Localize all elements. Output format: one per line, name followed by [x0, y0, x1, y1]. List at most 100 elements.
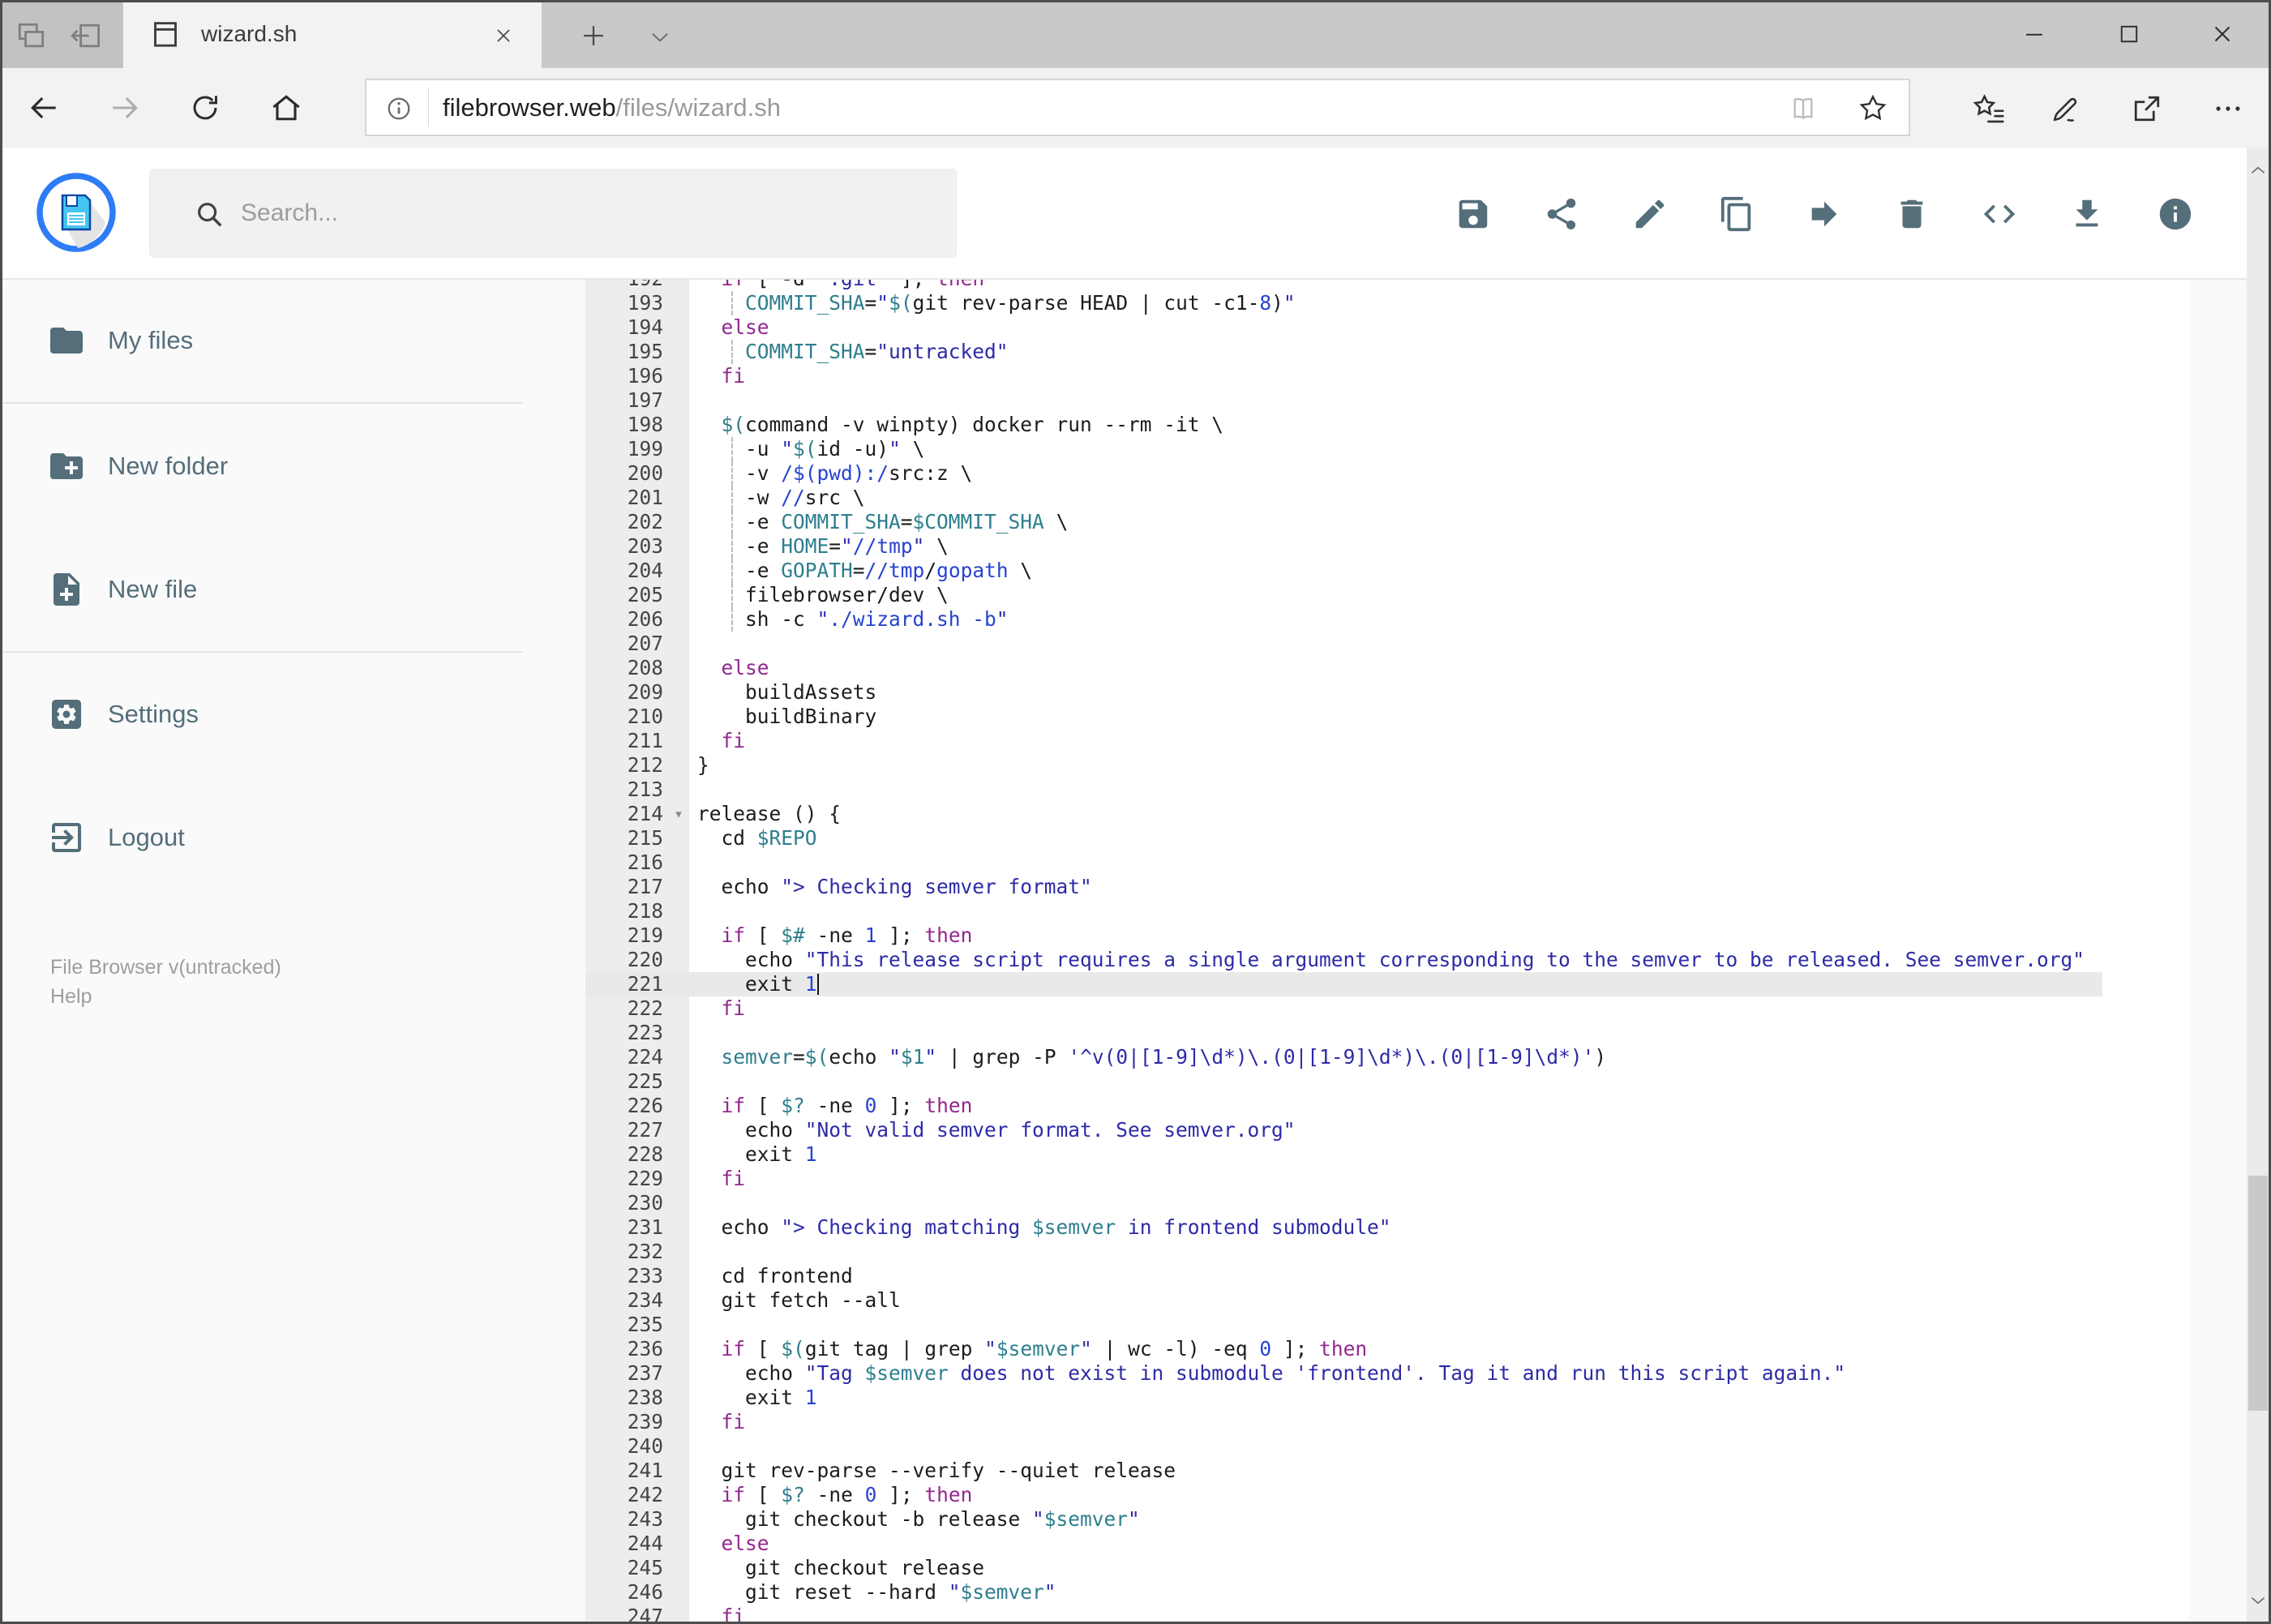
code-line-198[interactable]: 198 $(command -v winpty) docker run --rm…: [585, 413, 2247, 437]
code-line-240[interactable]: 240: [585, 1434, 2247, 1459]
scrollbar-thumb[interactable]: [2248, 1176, 2268, 1411]
code-line-225[interactable]: 225: [585, 1069, 2247, 1094]
code-line-233[interactable]: 233 cd frontend: [585, 1264, 2247, 1288]
share-page-icon[interactable]: [2126, 88, 2168, 130]
code-line-239[interactable]: 239 fi: [585, 1410, 2247, 1434]
reading-view-icon[interactable]: [1785, 91, 1821, 126]
sidebar-item-my-files[interactable]: My files: [0, 312, 585, 369]
code-line-195[interactable]: 195 COMMIT_SHA="untracked": [585, 340, 2247, 364]
code-line-194[interactable]: 194 else: [585, 315, 2247, 340]
code-line-235[interactable]: 235: [585, 1313, 2247, 1337]
code-line-232[interactable]: 232: [585, 1240, 2247, 1264]
code-line-243[interactable]: 243 git checkout -b release "$semver": [585, 1507, 2247, 1532]
code-line-241[interactable]: 241 git rev-parse --verify --quiet relea…: [585, 1459, 2247, 1483]
code-line-223[interactable]: 223: [585, 1021, 2247, 1045]
code-line-216[interactable]: 216: [585, 851, 2247, 875]
code-line-245[interactable]: 245 git checkout release: [585, 1556, 2247, 1580]
code-line-246[interactable]: 246 git reset --hard "$semver": [585, 1580, 2247, 1605]
code-line-226[interactable]: 226 if [ $? -ne 0 ]; then: [585, 1094, 2247, 1118]
new-tab-icon[interactable]: [574, 16, 613, 55]
code-line-236[interactable]: 236 if [ $(git tag | grep "$semver" | wc…: [585, 1337, 2247, 1361]
info-icon[interactable]: [2139, 148, 2212, 280]
code-line-244[interactable]: 244 else: [585, 1532, 2247, 1556]
code-line-219[interactable]: 219 if [ $# -ne 1 ]; then: [585, 923, 2247, 948]
code-line-227[interactable]: 227 echo "Not valid semver format. See s…: [585, 1118, 2247, 1142]
code-line-204[interactable]: 204 -e GOPATH=//tmp/gopath \: [585, 559, 2247, 583]
code-line-212[interactable]: 212}: [585, 753, 2247, 778]
help-link[interactable]: Help: [50, 982, 281, 1011]
code-line-202[interactable]: 202 -e COMMIT_SHA=$COMMIT_SHA \: [585, 510, 2247, 534]
tab-list-chevron-icon[interactable]: [641, 18, 679, 57]
web-note-icon[interactable]: [2045, 88, 2087, 130]
forward-icon[interactable]: [104, 87, 146, 129]
url-bar[interactable]: filebrowser.web/files/wizard.sh: [365, 79, 1910, 136]
home-icon[interactable]: [265, 87, 307, 129]
code-line-203[interactable]: 203 -e HOME="//tmp" \: [585, 534, 2247, 559]
code-editor[interactable]: 192 if [ -d ".git" ]; then193 COMMIT_SHA…: [585, 280, 2247, 1622]
url-text[interactable]: filebrowser.web/files/wizard.sh: [443, 80, 781, 135]
page-scrollbar[interactable]: [2247, 148, 2269, 1622]
code-line-213[interactable]: 213: [585, 778, 2247, 802]
code-line-210[interactable]: 210 buildBinary: [585, 705, 2247, 729]
floppy-logo-icon[interactable]: [36, 172, 117, 253]
more-icon[interactable]: [2207, 88, 2249, 130]
sidebar-item-new-file[interactable]: New file: [0, 561, 585, 618]
source-code-icon[interactable]: [1963, 148, 2036, 280]
code-line-207[interactable]: 207: [585, 632, 2247, 656]
save-icon[interactable]: [1437, 148, 1510, 280]
favorite-star-icon[interactable]: [1855, 90, 1891, 126]
code-line-205[interactable]: 205 filebrowser/dev \: [585, 583, 2247, 607]
rename-icon[interactable]: [1613, 148, 1686, 280]
code-line-247[interactable]: 247 fi: [585, 1605, 2247, 1622]
close-window-icon[interactable]: [2185, 0, 2260, 68]
sidebar-item-logout[interactable]: Logout: [0, 809, 585, 866]
refresh-icon[interactable]: [184, 87, 226, 129]
fold-marker-icon[interactable]: ▾: [668, 802, 689, 826]
tab-wizard-sh[interactable]: wizard.sh: [123, 0, 542, 68]
code-line-192[interactable]: 192 if [ -d ".git" ]; then: [585, 280, 2247, 291]
scroll-up-icon[interactable]: [2247, 154, 2269, 186]
code-line-224[interactable]: 224 semver=$(echo "$1" | grep -P '^v(0|[…: [585, 1045, 2247, 1069]
code-line-214[interactable]: 214 ▾ release () {: [585, 802, 2247, 826]
code-line-217[interactable]: 217 echo "> Checking semver format": [585, 875, 2247, 899]
move-icon[interactable]: [1788, 148, 1861, 280]
code-line-229[interactable]: 229 fi: [585, 1167, 2247, 1191]
code-line-201[interactable]: 201 -w //src \: [585, 486, 2247, 510]
code-line-206[interactable]: 206 sh -c "./wizard.sh -b": [585, 607, 2247, 632]
code-line-234[interactable]: 234 git fetch --all: [585, 1288, 2247, 1313]
copy-icon[interactable]: [1700, 148, 1773, 280]
share-icon[interactable]: [1525, 148, 1598, 280]
search-input[interactable]: [239, 169, 940, 257]
code-line-197[interactable]: 197: [585, 388, 2247, 413]
code-line-215[interactable]: 215 cd $REPO: [585, 826, 2247, 851]
code-line-231[interactable]: 231 echo "> Checking matching $semver in…: [585, 1215, 2247, 1240]
sidebar-item-settings[interactable]: Settings: [0, 686, 585, 743]
code-line-218[interactable]: 218: [585, 899, 2247, 923]
code-line-196[interactable]: 196 fi: [585, 364, 2247, 388]
code-line-209[interactable]: 209 buildAssets: [585, 680, 2247, 705]
code-line-193[interactable]: 193 COMMIT_SHA="$(git rev-parse HEAD | c…: [585, 291, 2247, 315]
delete-icon[interactable]: [1875, 148, 1948, 280]
code-line-211[interactable]: 211 fi: [585, 729, 2247, 753]
code-line-242[interactable]: 242 if [ $? -ne 0 ]; then: [585, 1483, 2247, 1507]
close-icon[interactable]: [490, 22, 517, 49]
code-line-208[interactable]: 208 else: [585, 656, 2247, 680]
info-circle-icon[interactable]: [383, 92, 415, 125]
code-line-199[interactable]: 199 -u "$(id -u)" \: [585, 437, 2247, 461]
minimize-icon[interactable]: [1997, 0, 2072, 68]
sidebar-item-new-folder[interactable]: New folder: [0, 438, 585, 495]
code-line-237[interactable]: 237 echo "Tag $semver does not exist in …: [585, 1361, 2247, 1386]
download-icon[interactable]: [2050, 148, 2123, 280]
tab-preview-icon[interactable]: [11, 16, 50, 55]
code-line-221[interactable]: 221 exit 1: [585, 972, 2247, 996]
code-line-220[interactable]: 220 echo "This release script requires a…: [585, 948, 2247, 972]
code-line-200[interactable]: 200 -v /$(pwd):/src:z \: [585, 461, 2247, 486]
favorites-hub-icon[interactable]: [1969, 88, 2011, 130]
back-icon[interactable]: [23, 87, 65, 129]
code-line-238[interactable]: 238 exit 1: [585, 1386, 2247, 1410]
maximize-icon[interactable]: [2092, 0, 2166, 68]
code-line-230[interactable]: 230: [585, 1191, 2247, 1215]
code-line-228[interactable]: 228 exit 1: [585, 1142, 2247, 1167]
code-line-222[interactable]: 222 fi: [585, 996, 2247, 1021]
scroll-down-icon[interactable]: [2247, 1584, 2269, 1617]
